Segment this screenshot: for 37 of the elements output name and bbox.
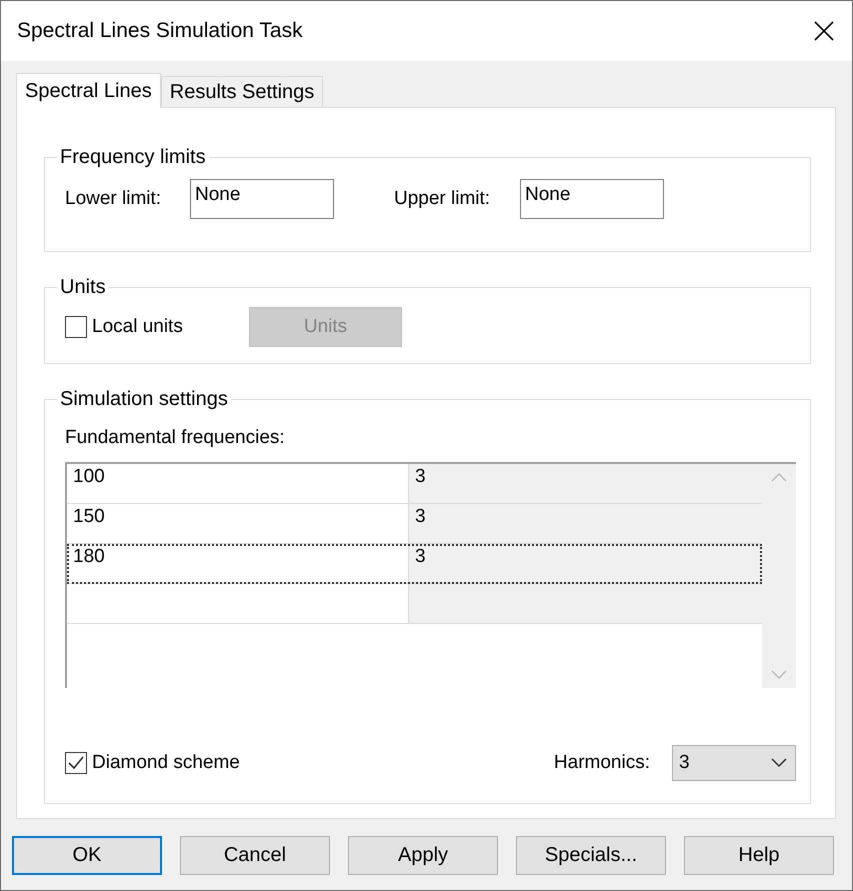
field-label: Lower limit: (65, 188, 162, 210)
dialog-button[interactable]: OK (12, 836, 162, 875)
table-row[interactable]: 100 3 (67, 464, 762, 504)
scrollbar[interactable] (762, 464, 796, 688)
table-row[interactable] (67, 584, 762, 624)
table-cell: 100 (67, 464, 409, 504)
checkbox[interactable]: Local units (65, 316, 249, 338)
checkbox-label: Local units (92, 316, 183, 338)
table-cell: 150 (67, 504, 409, 544)
group-title: Frequency limits (59, 146, 207, 169)
table-cell: 3 (409, 544, 762, 584)
checkbox-label: Diamond scheme (92, 752, 240, 774)
dialog-button[interactable]: Help (684, 836, 834, 875)
tab[interactable]: Spectral Lines (16, 73, 161, 108)
table-row[interactable]: 180 3 (67, 544, 762, 584)
checkbox[interactable]: Diamond scheme (65, 752, 240, 774)
harmonics-dropdown[interactable]: 3 (672, 745, 796, 781)
table-cell: 180 (67, 544, 409, 584)
group-title: Simulation settings (59, 388, 229, 411)
field-label: Upper limit: (394, 188, 492, 210)
input-field[interactable]: None (190, 179, 334, 219)
table-row[interactable]: 150 3 (67, 504, 762, 544)
table-cell: 3 (409, 504, 762, 544)
close-icon (814, 21, 834, 41)
table-label: Fundamental frequencies: (65, 427, 286, 449)
dialog-button[interactable]: Cancel (180, 836, 330, 875)
window-title: Spectral Lines Simulation Task (17, 19, 303, 43)
input-field[interactable]: None (520, 179, 664, 219)
dialog-button[interactable]: Specials... (516, 836, 666, 875)
scroll-up-icon (771, 472, 787, 482)
group-title: Units (59, 276, 107, 299)
field-label: Harmonics: (554, 752, 650, 774)
tab[interactable]: Results Settings (160, 76, 324, 107)
dialog-button[interactable]: Apply (348, 836, 498, 875)
chevron-down-icon (771, 758, 787, 768)
table-cell: 3 (409, 464, 762, 504)
scroll-down-icon (771, 670, 787, 680)
